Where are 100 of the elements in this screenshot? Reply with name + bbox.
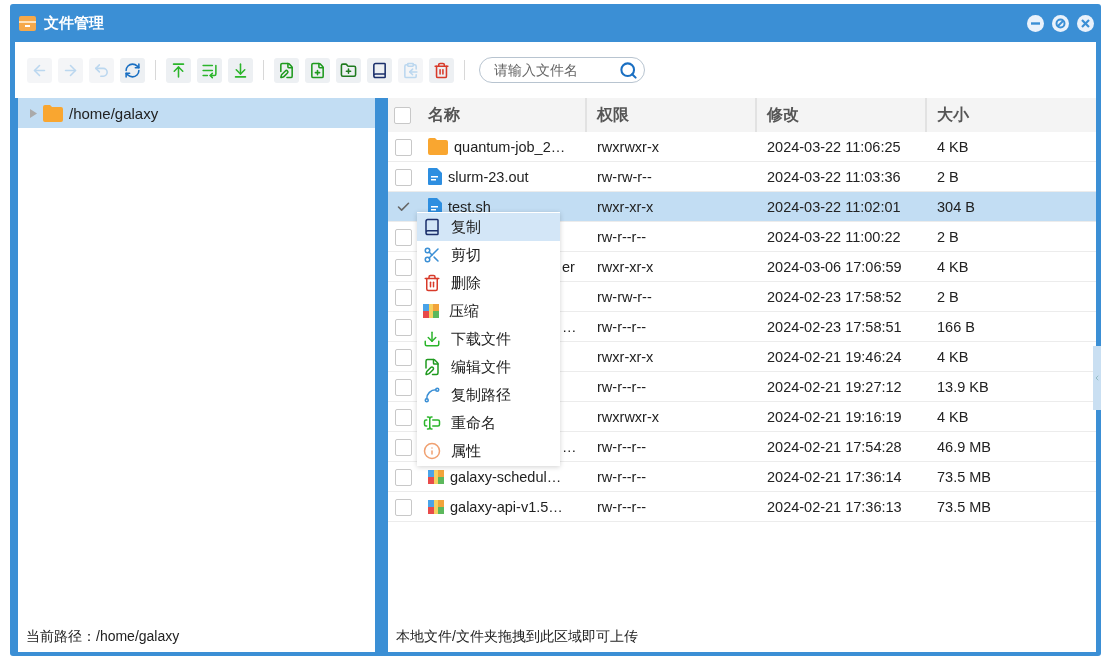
- archive-icon: [428, 498, 444, 515]
- file-name[interactable]: …: [562, 438, 577, 455]
- upload-list-button[interactable]: [197, 57, 222, 83]
- download-icon: [423, 330, 441, 348]
- menu-item[interactable]: 属性: [417, 437, 560, 465]
- paste-icon: [402, 61, 419, 79]
- row-checkbox[interactable]: [394, 378, 412, 396]
- window-title: 文件管理: [44, 13, 105, 33]
- search-icon[interactable]: [619, 60, 638, 80]
- menu-item[interactable]: 删除: [417, 269, 560, 297]
- size-cell: 4 KB: [937, 408, 969, 425]
- rename-icon: [423, 414, 441, 432]
- permissions-cell: rwxrwxr-x: [597, 408, 659, 425]
- permissions-cell: rw-r--r--: [597, 468, 647, 485]
- close-button[interactable]: [1077, 14, 1094, 32]
- row-checkbox[interactable]: [394, 318, 412, 336]
- upload-button[interactable]: [166, 57, 191, 83]
- modified-cell: 2024-02-21 17:54:28: [767, 438, 902, 455]
- delete-button[interactable]: [429, 57, 454, 83]
- delete-icon: [433, 61, 450, 79]
- file-icon: [428, 168, 442, 185]
- row-checkbox[interactable]: [394, 258, 412, 276]
- select-all-checkbox[interactable]: [394, 106, 411, 124]
- chevron-left-icon: [1093, 374, 1101, 382]
- column-header[interactable]: 名称: [418, 98, 585, 132]
- permissions-cell: rw-rw-r--: [597, 288, 652, 305]
- archive-icon: [428, 468, 444, 485]
- size-cell: 2 B: [937, 288, 959, 305]
- row-checkbox[interactable]: [394, 228, 412, 246]
- modified-cell: 2024-02-21 19:16:19: [767, 408, 902, 425]
- search-input[interactable]: 请输入文件名: [492, 61, 619, 79]
- permissions-cell: rw-r--r--: [597, 438, 647, 455]
- modified-cell: 2024-02-23 17:58:52: [767, 288, 902, 305]
- menu-item[interactable]: 下载文件: [417, 325, 560, 353]
- menu-item[interactable]: 复制: [417, 213, 560, 241]
- permissions-cell: rw-rw-r--: [597, 168, 652, 185]
- row-checkbox[interactable]: [394, 138, 412, 156]
- row-checkbox[interactable]: [394, 408, 412, 426]
- new-folder-icon: [340, 61, 357, 79]
- folder-icon: [428, 138, 448, 155]
- folder-icon: [43, 104, 63, 122]
- undo-icon: [93, 61, 110, 79]
- row-checkbox[interactable]: [394, 168, 412, 186]
- copy-icon: [371, 61, 388, 79]
- app-icon: [19, 15, 36, 31]
- row-checkbox[interactable]: [394, 438, 412, 456]
- menu-item[interactable]: 复制路径: [417, 381, 560, 409]
- copy-button[interactable]: [367, 57, 392, 83]
- column-header[interactable]: 修改: [755, 98, 925, 132]
- tree-item[interactable]: /home/galaxy: [18, 98, 375, 128]
- menu-item[interactable]: 重命名: [417, 409, 560, 437]
- file-name[interactable]: test.sh: [448, 198, 491, 215]
- modified-cell: 2024-03-22 11:00:22: [767, 228, 901, 245]
- column-header[interactable]: 权限: [585, 98, 755, 132]
- file-name[interactable]: …: [562, 318, 577, 335]
- scissors-icon: [423, 246, 441, 264]
- edit-file-button[interactable]: [274, 57, 299, 83]
- menu-item[interactable]: 剪切: [417, 241, 560, 269]
- permissions-cell: rwxr-xr-x: [597, 198, 654, 215]
- menu-item[interactable]: 编辑文件: [417, 353, 560, 381]
- restore-button[interactable]: [1052, 14, 1069, 32]
- file-name[interactable]: galaxy-schedul…: [450, 468, 562, 485]
- size-cell: 2 B: [937, 228, 959, 245]
- row-checkbox[interactable]: [394, 468, 412, 486]
- size-cell: 46.9 MB: [937, 438, 991, 455]
- column-header[interactable]: 大小: [925, 98, 1096, 132]
- size-cell: 73.5 MB: [937, 498, 991, 515]
- archive-icon: [423, 303, 439, 319]
- row-checkbox[interactable]: [394, 498, 412, 516]
- size-cell: 13.9 KB: [937, 378, 989, 395]
- copy-icon: [423, 218, 441, 236]
- size-cell: 73.5 MB: [937, 468, 991, 485]
- file-name[interactable]: er: [562, 258, 575, 275]
- modified-cell: 2024-02-21 19:27:12: [767, 378, 902, 395]
- permissions-cell: rwxr-xr-x: [597, 258, 654, 275]
- file-name[interactable]: quantum-job_2…: [454, 138, 566, 155]
- upload-icon: [170, 61, 187, 79]
- collapse-handle[interactable]: [1093, 346, 1101, 410]
- new-file-button[interactable]: [305, 57, 330, 83]
- size-cell: 4 KB: [937, 258, 969, 275]
- row-checkbox[interactable]: [394, 288, 412, 306]
- permissions-cell: rw-r--r--: [597, 228, 647, 245]
- permissions-cell: rw-r--r--: [597, 318, 647, 335]
- download-icon: [232, 61, 249, 79]
- drop-hint: 本地文件/文件夹拖拽到此区域即可上传: [395, 628, 639, 646]
- file-name[interactable]: galaxy-api-v1.5…: [450, 498, 563, 515]
- current-path: 当前路径：/home/galaxy: [25, 628, 181, 646]
- size-cell: 4 KB: [937, 348, 969, 365]
- new-folder-button[interactable]: [336, 57, 361, 83]
- modified-cell: 2024-03-22 11:02:01: [767, 198, 901, 215]
- menu-item[interactable]: 压缩: [417, 297, 560, 325]
- row-checkbox[interactable]: [394, 348, 412, 366]
- expand-arrow-icon[interactable]: [30, 108, 37, 118]
- edit-file-icon: [278, 61, 295, 79]
- refresh-button[interactable]: [120, 57, 145, 83]
- size-cell: 4 KB: [937, 138, 969, 155]
- size-cell: 2 B: [937, 168, 959, 185]
- download-button[interactable]: [228, 57, 253, 83]
- minimize-button[interactable]: [1027, 14, 1044, 32]
- file-name[interactable]: slurm-23.out: [448, 168, 529, 185]
